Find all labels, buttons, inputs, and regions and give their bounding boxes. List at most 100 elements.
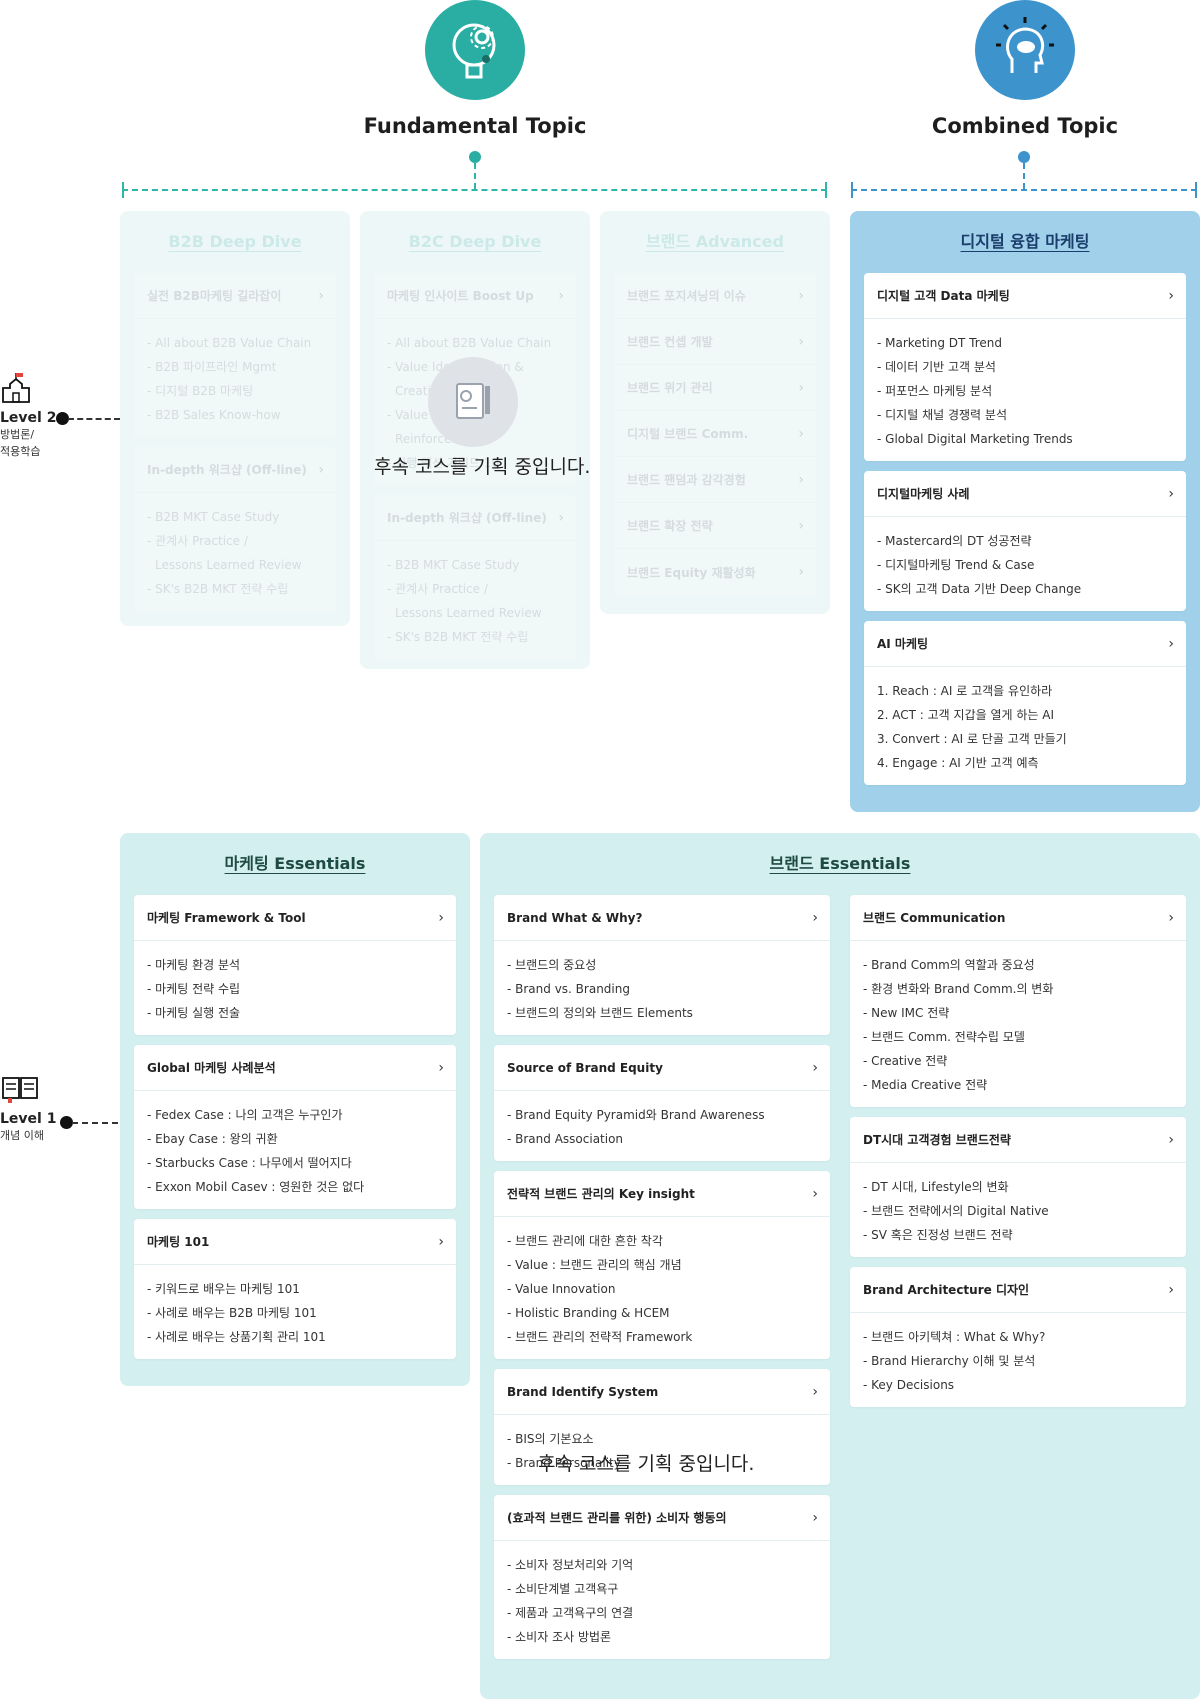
combined-bracket [851,182,1197,198]
planning-doc-icon [428,357,518,447]
b2b-card-2[interactable]: In-depth 워크샵 (Off-line) › - B2B MKT Case … [134,447,336,611]
brand-card-a3[interactable]: 전략적 브랜드 관리의 Key insight › - 브랜드 관리에 대한 흔한… [494,1171,830,1359]
list-item: - Key Decisions [863,1378,955,1392]
list-item: - 환경 변화와 Brand Comm.의 변화 [863,982,1054,996]
list-item[interactable]: 브랜드 Equity 재활성화 › [614,549,816,595]
list-item: - B2B MKT Case Study [387,558,520,572]
list-item: - Exxon Mobil Casev : 영원한 것은 없다 [147,1180,365,1194]
combined-topic-title: Combined Topic [931,114,1119,138]
chevron-right-icon: › [558,287,564,304]
list-item: - Fedex Case : 나의 고객은 누구인가 [147,1108,343,1122]
item-label: 브랜드 Equity 재활성화 [627,565,756,580]
list-item: - 퍼포먼스 마케팅 분석 [877,384,993,398]
mkt-card-1[interactable]: 마케팅 Framework & Tool › - 마케팅 환경 분석 - 마케팅 … [134,895,456,1035]
brand-essentials-title: 브랜드 Essentials [769,854,911,873]
list-item: - 브랜드 Comm. 전략수립 모델 [863,1030,1025,1044]
list-item: 1. Reach : AI 로 고객을 유인하라 [877,684,1053,698]
card-title: Brand What & Why? [507,910,643,925]
list-item: - 디지털 채널 경쟁력 분석 [877,408,1007,422]
brand-card-b2[interactable]: DT시대 고객경험 브랜드전략 › - DT 시대, Lifestyle의 변화 … [850,1117,1186,1257]
chevron-right-icon: › [1168,1131,1174,1148]
list-item: - B2B MKT Case Study [147,510,280,524]
combined-stem [1023,163,1025,189]
list-item: - 사례로 배우는 상품기획 관리 101 [147,1330,326,1344]
b2c-card-2[interactable]: In-depth 워크샵 (Off-line) › - B2B MKT Case … [374,495,576,659]
list-item: - 소비자 정보처리와 기억 [507,1558,634,1572]
chevron-right-icon: › [438,909,444,926]
level-2-desc-1: 방법론/ [0,428,35,441]
list-item: - 마케팅 실행 전술 [147,1006,241,1020]
list-item: - 디지털마케팅 Trend & Case [877,558,1035,572]
list-item: - Brand Equity Pyramid와 Brand Awareness [507,1108,765,1122]
b2c-deep-dive-title: B2C Deep Dive [408,232,542,251]
fundamental-stem [474,163,476,189]
list-item: 4. Engage : AI 기반 고객 예측 [877,756,1039,770]
list-item: - Brand vs. Branding [507,982,630,996]
head-cloud-icon [975,0,1075,100]
level-2-line [68,418,120,420]
chevron-right-icon: › [798,564,804,580]
digital-card-1[interactable]: 디지털 고객 Data 마케팅 › - Marketing DT Trend - … [864,273,1186,461]
list-item: - Creative 전략 [863,1054,948,1068]
mkt-card-2[interactable]: Global 마케팅 사례분석 › - Fedex Case : 나의 고객은 누… [134,1045,456,1209]
card-title: 마케팅 101 [147,1235,210,1249]
list-item[interactable]: 브랜드 위기 관리 › [614,365,816,411]
brand-card-b3[interactable]: Brand Architecture 디자인 › - 브랜드 아키텍쳐 : Wha… [850,1267,1186,1407]
list-item: - 브랜드의 정의와 브랜드 Elements [507,1006,693,1020]
list-item: - 브랜드 아키텍쳐 : What & Why? [863,1330,1046,1344]
list-item: - SK's B2B MKT 전략 수립 [147,582,289,596]
fundamental-topic-title: Fundamental Topic [363,114,587,138]
combined-topic: Combined Topic [875,0,1175,138]
digital-marketing-title: 디지털 융합 마케팅 [960,232,1090,251]
brand-card-a1[interactable]: Brand What & Why? › - 브랜드의 중요성 - Brand vs… [494,895,830,1035]
chevron-right-icon: › [438,1233,444,1250]
list-item[interactable]: 브랜드 확장 전략 › [614,503,816,549]
level-1-name: Level 1 [0,1111,57,1127]
mkt-card-3[interactable]: 마케팅 101 › - 키워드로 배우는 마케팅 101 - 사례로 배우는 B2… [134,1219,456,1359]
list-item: - New IMC 전략 [863,1006,950,1020]
chevron-right-icon: › [1168,635,1174,652]
planning-notice-level2: 후속 코스를 기획 중입니다. [374,456,591,478]
digital-card-3[interactable]: AI 마케팅 › 1. Reach : AI 로 고객을 유인하라 2. ACT … [864,621,1186,785]
card-title: Global 마케팅 사례분석 [147,1061,276,1075]
list-item: - 마케팅 환경 분석 [147,958,241,972]
list-item: - B2B Sales Know-how [147,408,281,422]
list-item: - 관계사 Practice / [387,582,488,596]
list-item: - 키워드로 배우는 마케팅 101 [147,1282,300,1296]
card-title: AI 마케팅 [877,637,929,651]
brand-card-a5[interactable]: (효과적 브랜드 관리를 위한) 소비자 행동의 › - 소비자 정보처리와 기억… [494,1495,830,1659]
list-item[interactable]: 브랜드 팬덤과 감각경험 › [614,457,816,503]
fundamental-bracket [122,182,827,198]
list-item[interactable]: 브랜드 컨셉 개발 › [614,319,816,365]
item-label: 브랜드 확장 전략 [627,519,713,533]
list-item[interactable]: 브랜드 포지셔닝의 이슈 › [614,273,816,319]
item-label: 브랜드 팬덤과 감각경험 [627,473,746,487]
card-title: 디지털 고객 Data 마케팅 [877,289,1010,303]
item-label: 디지털 브랜드 Comm. [627,427,749,441]
list-item: - SV 혹은 진정성 브랜드 전략 [863,1228,1013,1242]
list-item: - Brand Hierarchy 이해 및 분석 [863,1354,1036,1368]
chevron-right-icon: › [812,1509,818,1526]
brand-card-a4[interactable]: Brand Identify System › - BIS의 기본요소 - Bra… [494,1369,830,1485]
card-title: 마케팅 인사이트 Boost Up [387,289,534,303]
level-2-desc-2: 적용학습 [0,445,41,458]
list-item: - BIS의 기본요소 [507,1432,594,1446]
card-title: 브랜드 Communication [863,911,1006,925]
chevron-right-icon: › [812,1059,818,1076]
list-item[interactable]: 디지털 브랜드 Comm. › [614,411,816,457]
brand-card-a2[interactable]: Source of Brand Equity › - Brand Equity P… [494,1045,830,1161]
b2b-deep-dive-column: B2B Deep Dive 실전 B2B마케팅 길라잡이 › - All abou… [120,211,350,626]
chevron-right-icon: › [1168,1281,1174,1298]
card-title: In-depth 워크샵 (Off-line) [147,463,307,477]
card-title: 전략적 브랜드 관리의 Key insight [507,1187,695,1201]
list-item: - 마케팅 전략 수립 [147,982,241,996]
brand-card-b1[interactable]: 브랜드 Communication › - Brand Comm의 역할과 중요성… [850,895,1186,1107]
b2b-card-1[interactable]: 실전 B2B마케팅 길라잡이 › - All about B2B Value Ch… [134,273,336,437]
digital-card-2[interactable]: 디지털마케팅 사례 › - Mastercard의 DT 성공전략 - 디지털마케… [864,471,1186,611]
brand-advanced-list: 브랜드 포지셔닝의 이슈 › 브랜드 컨셉 개발 › 브랜드 위기 관리 › 디지털 … [614,273,816,595]
item-label: 브랜드 컨셉 개발 [627,335,713,349]
brand-advanced-title: 브랜드 Advanced [646,232,784,251]
list-item: - 브랜드 전략에서의 Digital Native [863,1204,1049,1218]
brand-advanced-column: 브랜드 Advanced 브랜드 포지셔닝의 이슈 › 브랜드 컨셉 개발 › 브랜… [600,211,830,614]
list-item: - Starbucks Case : 나무에서 떨어지다 [147,1156,352,1170]
